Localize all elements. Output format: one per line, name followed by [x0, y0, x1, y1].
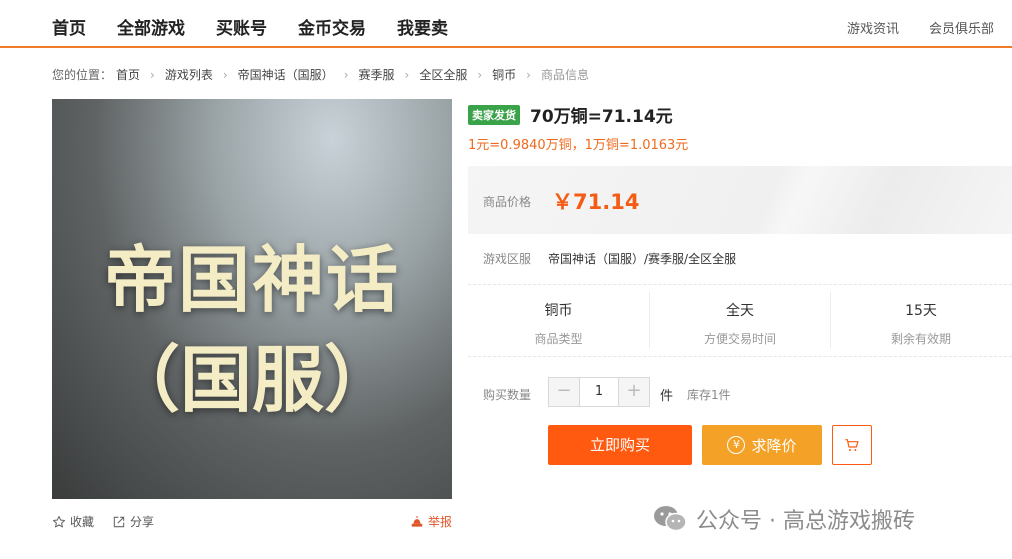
server-label: 游戏区服 — [483, 252, 532, 266]
request-discount-label: 求降价 — [751, 436, 797, 455]
chevron-right-icon: › — [477, 67, 483, 82]
chevron-right-icon: › — [526, 67, 531, 82]
breadcrumb-item-game-list[interactable]: 游戏列表 — [165, 66, 213, 83]
breadcrumb-item-region[interactable]: 全区全服 — [419, 66, 467, 83]
info-value: 铜币 — [544, 303, 573, 319]
quantity-stepper: − 1 + — [548, 377, 650, 407]
chevron-right-icon: › — [404, 67, 410, 82]
share-button[interactable]: 分享 — [112, 513, 154, 530]
share-label: 分享 — [130, 515, 155, 529]
top-nav: 首页 全部游戏 买账号 金币交易 我要卖 游戏资讯 会员俱乐部 — [0, 0, 1012, 48]
breadcrumb-item-server-type[interactable]: 赛季服 — [359, 66, 395, 83]
image-actions: 收藏 分享 举报 — [52, 513, 452, 533]
buy-now-button[interactable]: 立即购买 — [548, 425, 692, 465]
chevron-right-icon: › — [343, 67, 349, 82]
info-value: 15天 — [905, 303, 937, 319]
quantity-label: 购买数量 — [483, 388, 532, 402]
main-nav-links: 首页 全部游戏 买账号 金币交易 我要卖 — [52, 14, 479, 39]
increase-button[interactable]: + — [619, 378, 649, 406]
favorite-label: 收藏 — [70, 515, 95, 529]
breadcrumb-item-category[interactable]: 铜币 — [492, 66, 516, 83]
breadcrumb: 您的位置： 首页 › 游戏列表 › 帝国神话（国服） › 赛季服 › 全区全服 … — [52, 66, 589, 83]
divider — [468, 284, 1012, 285]
decrease-button[interactable]: − — [549, 378, 579, 406]
watermark: 公众号 · 高总游戏搬砖 — [652, 503, 915, 535]
report-button[interactable]: 举报 — [410, 513, 452, 530]
breadcrumb-item-home[interactable]: 首页 — [116, 66, 140, 83]
yen-icon: ¥ — [727, 436, 746, 454]
nav-buy-account[interactable]: 买账号 — [216, 14, 267, 39]
quantity-row: 购买数量 − 1 + 件 库存1件 — [468, 377, 1012, 407]
share-icon — [113, 516, 125, 527]
nav-sell[interactable]: 我要卖 — [397, 14, 448, 39]
add-to-cart-button[interactable] — [832, 425, 872, 465]
breadcrumb-item-current: 商品信息 — [540, 68, 589, 82]
exchange-rate: 1元=0.9840万铜，1万铜=1.0163元 — [468, 138, 689, 153]
info-key: 剩余有效期 — [890, 332, 951, 346]
product-info-columns: 铜币 商品类型 全天 方便交易时间 15天 剩余有效期 — [468, 292, 1012, 348]
right-nav-links: 游戏资讯 会员俱乐部 — [817, 18, 994, 37]
price-label: 商品价格 — [483, 195, 532, 209]
favorite-button[interactable]: 收藏 — [52, 513, 94, 530]
nav-home[interactable]: 首页 — [52, 14, 86, 39]
product-image-subtitle: （国服） — [107, 338, 396, 422]
info-item-type: 铜币 商品类型 — [468, 292, 649, 348]
nav-game-news[interactable]: 游戏资讯 — [847, 18, 899, 37]
chevron-right-icon: › — [222, 67, 228, 82]
product-image-title: 帝国神话 — [103, 238, 400, 322]
nav-all-games[interactable]: 全部游戏 — [117, 14, 185, 39]
price-value: ￥71.14 — [552, 190, 640, 214]
chevron-right-icon: › — [150, 67, 155, 82]
info-item-validity: 15天 剩余有效期 — [830, 292, 1011, 348]
price-box: 商品价格 ￥71.14 — [468, 166, 1012, 234]
stock-count: 库存1件 — [687, 388, 731, 402]
wechat-icon — [654, 506, 687, 532]
breadcrumb-item-game[interactable]: 帝国神话（国服） — [238, 66, 334, 83]
product-image: 帝国神话 （国服） — [52, 99, 452, 499]
nav-member-club[interactable]: 会员俱乐部 — [929, 18, 994, 37]
request-discount-button[interactable]: ¥ 求降价 — [702, 425, 822, 465]
divider — [468, 356, 1012, 357]
product-title: 70万铜=71.14元 — [530, 107, 673, 127]
report-icon — [411, 515, 423, 527]
watermark-text: 公众号 · 高总游戏搬砖 — [696, 509, 915, 534]
breadcrumb-prefix: 您的位置： — [52, 68, 113, 82]
cart-icon — [845, 439, 859, 451]
product-title-row: 卖家发货 70万铜=71.14元 — [468, 102, 673, 127]
info-key: 商品类型 — [534, 332, 583, 346]
quantity-input[interactable]: 1 — [579, 378, 619, 406]
info-item-trade-time: 全天 方便交易时间 — [649, 292, 830, 348]
quantity-unit: 件 — [660, 389, 674, 404]
server-value: 帝国神话（国服）/赛季服/全区全服 — [548, 252, 737, 266]
nav-gold-trade[interactable]: 金币交易 — [298, 14, 366, 39]
info-key: 方便交易时间 — [703, 332, 776, 346]
report-label: 举报 — [427, 515, 452, 529]
info-value: 全天 — [726, 303, 754, 319]
star-icon — [52, 515, 66, 527]
seller-ship-badge: 卖家发货 — [468, 104, 520, 125]
